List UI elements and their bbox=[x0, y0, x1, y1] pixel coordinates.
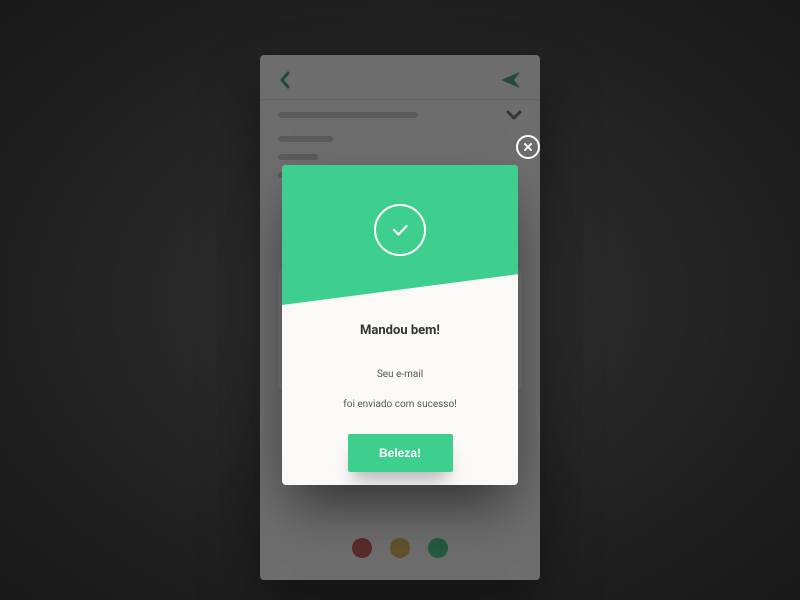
close-button[interactable] bbox=[516, 135, 540, 159]
modal-title: Mandou bem! bbox=[304, 323, 496, 338]
modal-header bbox=[282, 165, 518, 305]
close-icon bbox=[523, 142, 533, 152]
check-icon bbox=[374, 204, 426, 256]
modal-body: Mandou bem! Seu e-mail foi enviado com s… bbox=[282, 305, 518, 472]
success-modal-wrap: Mandou bem! Seu e-mail foi enviado com s… bbox=[282, 165, 518, 485]
confirm-button[interactable]: Beleza! bbox=[348, 434, 453, 472]
success-modal: Mandou bem! Seu e-mail foi enviado com s… bbox=[282, 165, 518, 485]
modal-text: Seu e-mail foi enviado com sucesso! bbox=[304, 352, 496, 412]
modal-text-line: Seu e-mail bbox=[377, 369, 423, 380]
modal-text-line: foi enviado com sucesso! bbox=[343, 399, 456, 410]
